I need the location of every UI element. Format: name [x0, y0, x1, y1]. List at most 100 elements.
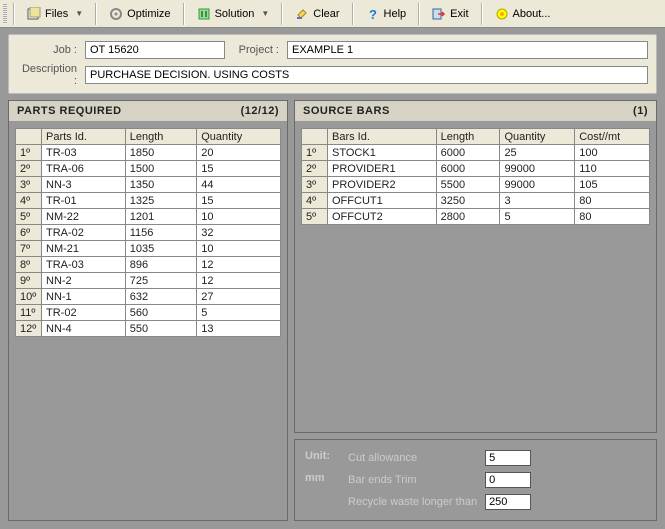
cell-cost[interactable]: 80 — [575, 193, 650, 209]
table-row[interactable]: 12ºNN-455013 — [16, 321, 281, 337]
cell-parts-id[interactable]: NN-4 — [42, 321, 126, 337]
row-number: 11º — [16, 305, 42, 321]
table-row[interactable]: 4ºTR-01132515 — [16, 193, 281, 209]
cell-parts-id[interactable]: TR-03 — [42, 145, 126, 161]
clear-button[interactable]: Clear — [286, 3, 348, 25]
cut-allowance-input[interactable] — [485, 450, 531, 466]
cell-parts-id[interactable]: NN-2 — [42, 273, 126, 289]
cell-cost[interactable]: 105 — [575, 177, 650, 193]
cell-bars-id[interactable]: PROVIDER2 — [328, 177, 437, 193]
about-button[interactable]: About... — [486, 3, 560, 25]
cell-quantity[interactable]: 12 — [197, 273, 281, 289]
cell-quantity[interactable]: 32 — [197, 225, 281, 241]
table-row[interactable]: 4ºOFFCUT13250380 — [302, 193, 650, 209]
cell-parts-id[interactable]: NM-22 — [42, 209, 126, 225]
col-quantity[interactable]: Quantity — [197, 129, 281, 145]
bars-table[interactable]: Bars Id.LengthQuantityCost//mt1ºSTOCK160… — [301, 128, 650, 225]
cell-length[interactable]: 5500 — [436, 177, 500, 193]
col-quantity[interactable]: Quantity — [500, 129, 575, 145]
bar-trim-input[interactable] — [485, 472, 531, 488]
cell-quantity[interactable]: 25 — [500, 145, 575, 161]
cell-parts-id[interactable]: TR-02 — [42, 305, 126, 321]
cell-quantity[interactable]: 13 — [197, 321, 281, 337]
cell-quantity[interactable]: 10 — [197, 241, 281, 257]
table-row[interactable]: 5ºNM-22120110 — [16, 209, 281, 225]
cell-length[interactable]: 896 — [125, 257, 196, 273]
table-row[interactable]: 5ºOFFCUT22800580 — [302, 209, 650, 225]
cut-allowance-label: Cut allowance — [348, 452, 477, 464]
description-input[interactable] — [85, 66, 648, 84]
cell-parts-id[interactable]: TR-01 — [42, 193, 126, 209]
bars-title: SOURCE BARS — [303, 105, 390, 117]
cell-length[interactable]: 1350 — [125, 177, 196, 193]
project-input[interactable] — [287, 41, 648, 59]
cell-parts-id[interactable]: NN-3 — [42, 177, 126, 193]
cell-cost[interactable]: 100 — [575, 145, 650, 161]
cell-bars-id[interactable]: PROVIDER1 — [328, 161, 437, 177]
cell-quantity[interactable]: 5 — [500, 209, 575, 225]
col-parts-id[interactable]: Parts Id. — [42, 129, 126, 145]
cell-parts-id[interactable]: TRA-02 — [42, 225, 126, 241]
cell-length[interactable]: 1201 — [125, 209, 196, 225]
cell-cost[interactable]: 80 — [575, 209, 650, 225]
exit-button[interactable]: Exit — [423, 3, 477, 25]
cell-quantity[interactable]: 15 — [197, 161, 281, 177]
cell-quantity[interactable]: 10 — [197, 209, 281, 225]
cell-length[interactable]: 1500 — [125, 161, 196, 177]
job-input[interactable] — [85, 41, 225, 59]
table-row[interactable]: 3ºNN-3135044 — [16, 177, 281, 193]
col-cost[interactable]: Cost//mt — [575, 129, 650, 145]
cell-quantity[interactable]: 99000 — [500, 161, 575, 177]
solution-button[interactable]: Solution ▼ — [188, 3, 279, 25]
exit-icon — [432, 7, 446, 21]
cell-parts-id[interactable]: TRA-03 — [42, 257, 126, 273]
parts-table[interactable]: Parts Id.LengthQuantity1ºTR-031850202ºTR… — [15, 128, 281, 337]
table-row[interactable]: 10ºNN-163227 — [16, 289, 281, 305]
table-row[interactable]: 8ºTRA-0389612 — [16, 257, 281, 273]
col-bars-id[interactable]: Bars Id. — [328, 129, 437, 145]
cell-quantity[interactable]: 3 — [500, 193, 575, 209]
cell-length[interactable]: 2800 — [436, 209, 500, 225]
cell-quantity[interactable]: 27 — [197, 289, 281, 305]
cell-parts-id[interactable]: NM-21 — [42, 241, 126, 257]
cell-quantity[interactable]: 12 — [197, 257, 281, 273]
table-row[interactable]: 9ºNN-272512 — [16, 273, 281, 289]
cell-length[interactable]: 1156 — [125, 225, 196, 241]
cell-quantity[interactable]: 99000 — [500, 177, 575, 193]
cell-parts-id[interactable]: NN-1 — [42, 289, 126, 305]
col-length[interactable]: Length — [125, 129, 196, 145]
table-row[interactable]: 1ºTR-03185020 — [16, 145, 281, 161]
cell-quantity[interactable]: 15 — [197, 193, 281, 209]
table-row[interactable]: 2ºTRA-06150015 — [16, 161, 281, 177]
cell-quantity[interactable]: 20 — [197, 145, 281, 161]
col-length[interactable]: Length — [436, 129, 500, 145]
cell-quantity[interactable]: 5 — [197, 305, 281, 321]
cell-length[interactable]: 550 — [125, 321, 196, 337]
cell-length[interactable]: 1325 — [125, 193, 196, 209]
cell-length[interactable]: 1850 — [125, 145, 196, 161]
cell-bars-id[interactable]: OFFCUT2 — [328, 209, 437, 225]
cell-quantity[interactable]: 44 — [197, 177, 281, 193]
cell-length[interactable]: 6000 — [436, 145, 500, 161]
files-button[interactable]: Files ▼ — [18, 3, 92, 25]
cell-bars-id[interactable]: OFFCUT1 — [328, 193, 437, 209]
cell-length[interactable]: 6000 — [436, 161, 500, 177]
table-row[interactable]: 3ºPROVIDER2550099000105 — [302, 177, 650, 193]
cell-length[interactable]: 1035 — [125, 241, 196, 257]
cell-length[interactable]: 632 — [125, 289, 196, 305]
cell-cost[interactable]: 110 — [575, 161, 650, 177]
optimize-button[interactable]: Optimize — [100, 3, 179, 25]
table-row[interactable]: 11ºTR-025605 — [16, 305, 281, 321]
help-button[interactable]: ? Help — [357, 3, 416, 25]
cell-length[interactable]: 725 — [125, 273, 196, 289]
recycle-input[interactable] — [485, 494, 531, 510]
table-row[interactable]: 2ºPROVIDER1600099000110 — [302, 161, 650, 177]
project-label: Project : — [233, 44, 279, 56]
table-row[interactable]: 1ºSTOCK1600025100 — [302, 145, 650, 161]
table-row[interactable]: 7ºNM-21103510 — [16, 241, 281, 257]
cell-parts-id[interactable]: TRA-06 — [42, 161, 126, 177]
cell-bars-id[interactable]: STOCK1 — [328, 145, 437, 161]
cell-length[interactable]: 560 — [125, 305, 196, 321]
table-row[interactable]: 6ºTRA-02115632 — [16, 225, 281, 241]
cell-length[interactable]: 3250 — [436, 193, 500, 209]
